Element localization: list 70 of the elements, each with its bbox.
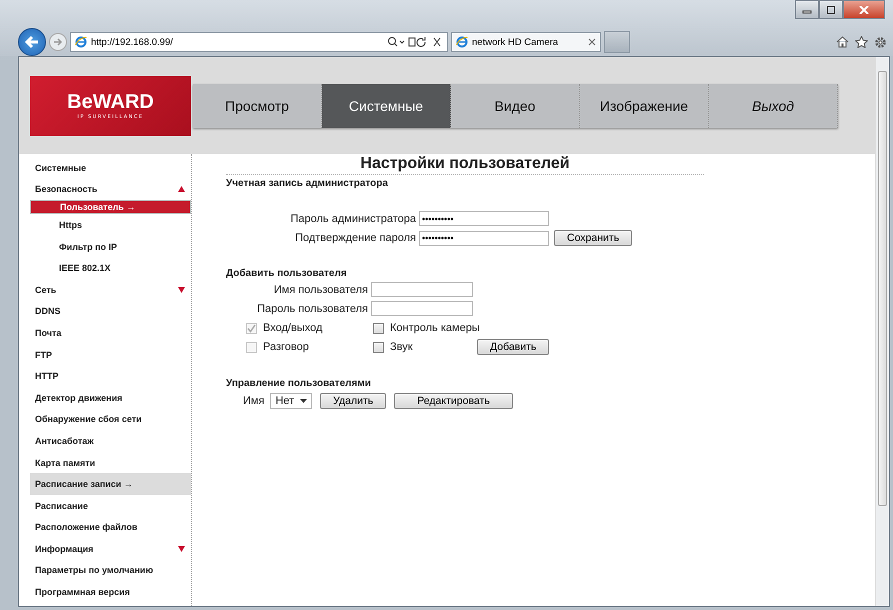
password-field[interactable]: ••••••••••	[419, 230, 549, 246]
browser-globe-icon	[75, 36, 87, 48]
input-field[interactable]	[371, 282, 473, 297]
section-heading: Учетная запись администратора	[226, 178, 389, 189]
sidebar-item[interactable]: Системные	[30, 157, 191, 179]
back-button[interactable]	[18, 28, 46, 56]
section-heading: Добавить пользователя	[226, 268, 348, 279]
sidebar-item[interactable]: DDNS	[30, 300, 191, 322]
expand-icon[interactable]	[178, 286, 185, 293]
sidebar-item[interactable]: Фильтр по IP	[30, 236, 191, 258]
maximize-icon[interactable]	[826, 6, 836, 14]
close-button[interactable]	[843, 0, 885, 19]
sidebar-item[interactable]: Пользователь →	[30, 200, 191, 214]
sidebar-item[interactable]: Обнаружение сбоя сети	[30, 408, 191, 430]
browser-tab[interactable]: network HD Camera	[451, 32, 601, 52]
back-arrow-icon[interactable]	[24, 35, 40, 49]
save-button[interactable]: Сохранить	[554, 230, 632, 246]
checkbox-label: Звук	[390, 341, 413, 353]
page-title: Настройки пользователей	[226, 154, 704, 175]
sidebar-item[interactable]: Программная версия	[30, 581, 191, 603]
nav-tab[interactable]: Системные	[322, 84, 451, 128]
sidebar-item[interactable]: Антисаботаж	[30, 430, 191, 452]
edit-button[interactable]: Редактировать	[394, 393, 513, 409]
maximize-button[interactable]	[819, 0, 843, 19]
sidebar-item[interactable]: Детектор движения	[30, 386, 191, 409]
sidebar-item[interactable]: Сеть	[30, 278, 191, 301]
collapse-icon[interactable]	[178, 186, 185, 192]
checkbox-label: Разговор	[263, 341, 309, 353]
checkbox[interactable]	[373, 322, 384, 334]
password-field[interactable]: ••••••••••	[419, 211, 549, 226]
sidebar-item[interactable]: IEEE 802.1X	[30, 257, 191, 279]
scrollbar[interactable]	[875, 57, 889, 606]
address-tools-icon[interactable]	[387, 36, 443, 48]
sidebar-item[interactable]: Карта памяти	[30, 452, 191, 474]
browser-globe-icon	[456, 36, 468, 48]
close-tab-icon[interactable]	[588, 38, 596, 46]
sidebar-item[interactable]: Расписание	[30, 494, 191, 516]
input-field[interactable]	[371, 301, 473, 316]
field-label: Имя	[243, 395, 264, 407]
expand-icon[interactable]	[178, 546, 185, 552]
star-icon[interactable]	[855, 36, 868, 48]
sidebar-item[interactable]: Параметры по умолчанию	[30, 560, 191, 582]
address-bar[interactable]: http://192.168.0.99/	[70, 32, 448, 52]
sidebar-item[interactable]: Информация	[30, 538, 191, 560]
home-icon[interactable]	[836, 36, 849, 48]
checkbox[interactable]	[373, 342, 384, 352]
minimize-button[interactable]	[795, 0, 819, 19]
sidebar-item[interactable]: Https	[30, 214, 191, 236]
sidebar-item[interactable]: Почта	[30, 322, 191, 344]
sidebar-item[interactable]: Расписание записи →	[30, 473, 191, 495]
field-label: Пароль администратора	[290, 212, 416, 224]
sidebar-item[interactable]: Расположение файлов	[30, 516, 191, 538]
sidebar-item[interactable]: HTTP	[30, 365, 191, 387]
sidebar-item[interactable]: FTP	[30, 344, 191, 366]
checkbox-label: Контроль камеры	[390, 322, 480, 334]
nav-tab[interactable]: Изображение	[580, 84, 709, 128]
field-label: Пароль пользователя	[257, 302, 368, 314]
section-heading: Управление пользователями	[226, 378, 372, 389]
user-select[interactable]: Нет	[270, 393, 312, 409]
close-icon[interactable]	[859, 6, 869, 14]
settings-icon[interactable]	[874, 36, 887, 48]
checkbox-label: Вход/выход	[263, 322, 322, 334]
delete-button[interactable]: Удалить	[320, 393, 386, 409]
field-label: Имя пользователя	[274, 284, 368, 296]
nav-tab[interactable]: Видео	[451, 84, 580, 128]
nav-tab[interactable]: Выход	[709, 84, 838, 128]
field-label: Подтверждение пароля	[295, 232, 416, 244]
add-button[interactable]: Добавить	[477, 339, 550, 355]
dropdown-caret-icon	[300, 399, 308, 403]
sidebar-item[interactable]: Безопасность	[30, 178, 191, 200]
